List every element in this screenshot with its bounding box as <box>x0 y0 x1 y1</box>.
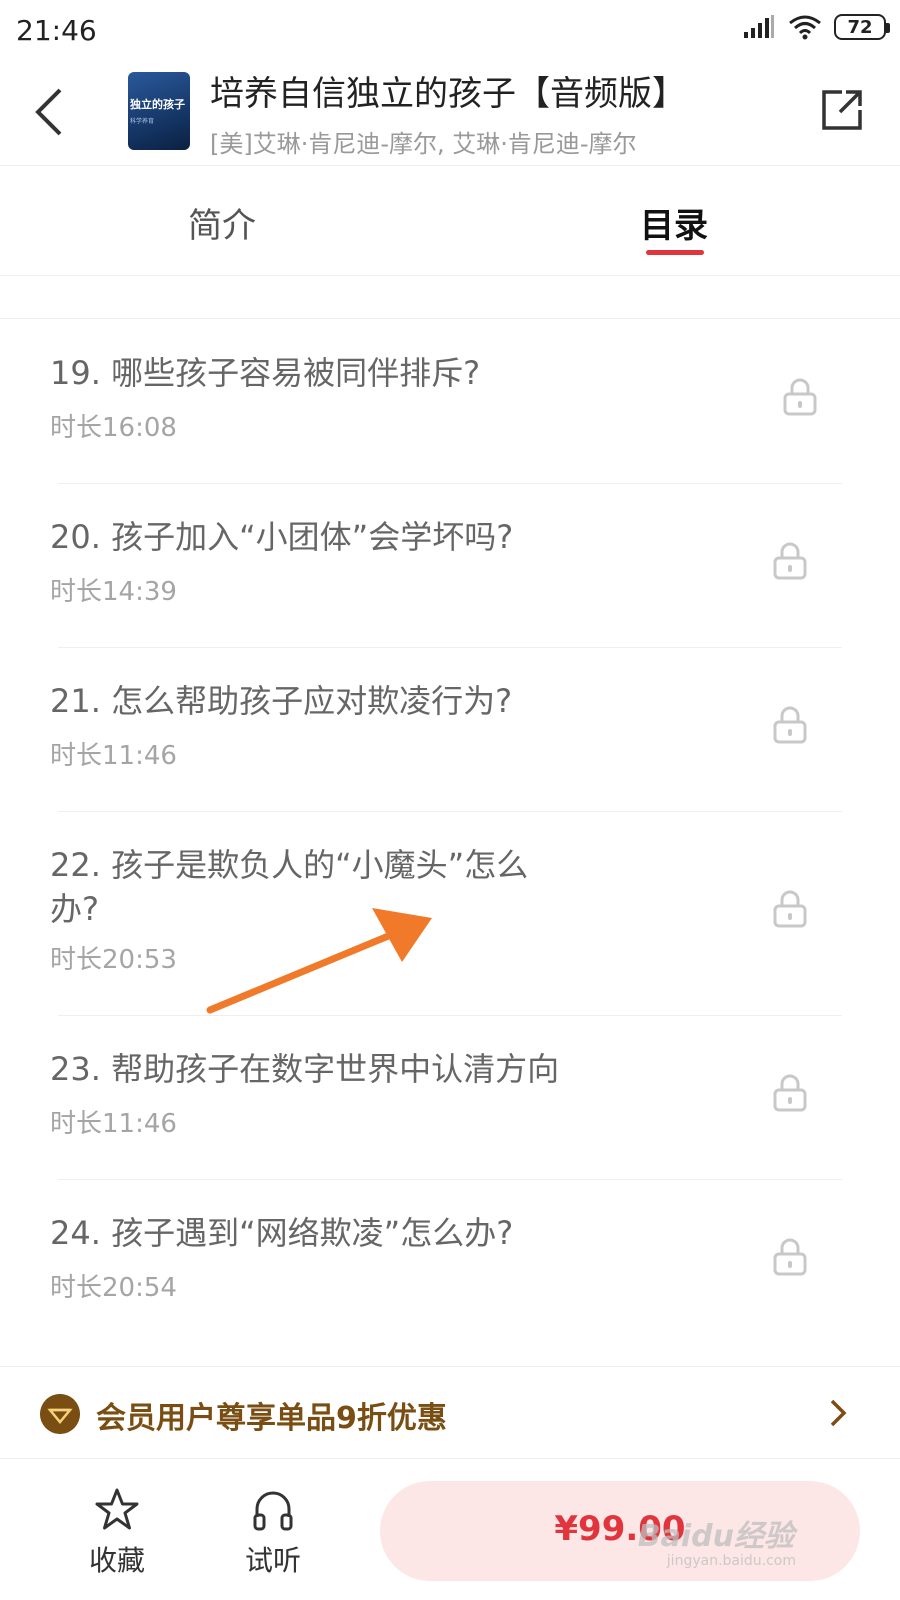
favorite-label: 收藏 <box>88 1544 145 1577</box>
chapter-title: 21. 怎么帮助孩子应对欺凌行为? <box>50 682 513 720</box>
active-tab-indicator <box>646 250 704 255</box>
back-icon[interactable] <box>30 84 74 140</box>
chapter-item[interactable]: 20. 孩子加入“小团体”会学坏吗? 时长14:39 <box>0 483 900 647</box>
lock-icon <box>773 542 807 580</box>
member-discount-text: 会员用户尊享单品9折优惠 <box>96 1401 447 1436</box>
signal-icon <box>744 15 774 38</box>
chapter-item[interactable]: 19. 哪些孩子容易被同伴排斥? 时长16:08 <box>0 319 900 483</box>
lock-icon <box>783 378 817 416</box>
headphones-icon <box>253 1491 293 1531</box>
chapter-duration: 时长16:08 <box>50 413 177 443</box>
chapter-duration: 时长11:46 <box>50 741 177 771</box>
bottom-action-bar: 收藏 试听 ¥99.00 Baidu经验 jingyan.baidu.com <box>0 1458 900 1600</box>
lock-icon <box>773 706 807 744</box>
chapter-duration: 时长20:53 <box>50 945 177 975</box>
chapter-list: 19. 哪些孩子容易被同伴排斥? 时长16:08 20. 孩子加入“小团体”会学… <box>0 318 900 1303</box>
chapter-item[interactable]: 24. 孩子遇到“网络欺凌”怎么办? 时长20:54 <box>0 1179 900 1343</box>
chapter-item[interactable]: 23. 帮助孩子在数字世界中认清方向 时长11:46 <box>0 1015 900 1179</box>
watermark-logo: Baidu经验 <box>637 1519 794 1554</box>
cover-title: 独立的孩子 <box>130 98 185 111</box>
cover-subtitle: 科学养育 <box>130 118 155 125</box>
chapter-item[interactable]: 21. 怎么帮助孩子应对欺凌行为? 时长11:46 <box>0 647 900 811</box>
chapter-title: 24. 孩子遇到“网络欺凌”怎么办? <box>50 1214 514 1252</box>
chapter-title: 19. 哪些孩子容易被同伴排斥? <box>50 354 481 392</box>
tab-catalog[interactable]: 目录 <box>640 198 708 247</box>
chevron-right-icon <box>830 1399 847 1427</box>
chapter-item[interactable]: 22. 孩子是欺负人的“小魔头”怎么办? 时长20:53 <box>0 811 900 1015</box>
tab-intro[interactable]: 简介 <box>188 198 256 247</box>
trial-listen-label: 试听 <box>244 1544 301 1577</box>
share-icon[interactable] <box>818 86 866 134</box>
star-icon <box>95 1488 139 1530</box>
status-bar: 21:46 72 <box>0 0 900 60</box>
chapter-duration: 时长20:54 <box>50 1273 177 1303</box>
lock-icon <box>773 890 807 928</box>
member-crown-icon <box>40 1394 80 1434</box>
book-cover: 独立的孩子 科学养育 <box>128 72 190 150</box>
chapter-duration: 时长14:39 <box>50 577 177 607</box>
chapter-duration: 时长11:46 <box>50 1109 177 1139</box>
wifi-icon <box>789 15 821 40</box>
buy-button[interactable]: ¥99.00 Baidu经验 jingyan.baidu.com <box>380 1481 860 1581</box>
favorite-button[interactable]: 收藏 <box>72 1487 162 1579</box>
member-discount-bar[interactable]: 会员用户尊享单品9折优惠 <box>0 1366 900 1458</box>
status-icons: 72 <box>742 14 890 40</box>
lock-icon <box>773 1238 807 1276</box>
book-author: [美]艾琳·肯尼迪-摩尔, 艾琳·肯尼迪-摩尔 <box>210 130 637 158</box>
header: 独立的孩子 科学养育 培养自信独立的孩子【音频版】 [美]艾琳·肯尼迪-摩尔, … <box>0 60 900 166</box>
watermark-url: jingyan.baidu.com <box>666 1553 796 1569</box>
chapter-title: 20. 孩子加入“小团体”会学坏吗? <box>50 518 514 556</box>
tab-bar: 简介 目录 <box>0 166 900 276</box>
chapter-title: 22. 孩子是欺负人的“小魔头”怎么办? <box>50 846 529 928</box>
trial-listen-button[interactable]: 试听 <box>228 1487 318 1579</box>
book-title: 培养自信独立的孩子【音频版】 <box>210 74 686 114</box>
battery-indicator: 72 <box>834 14 890 40</box>
status-time: 21:46 <box>16 14 97 47</box>
lock-icon <box>773 1074 807 1112</box>
chapter-title: 23. 帮助孩子在数字世界中认清方向 <box>50 1050 560 1088</box>
